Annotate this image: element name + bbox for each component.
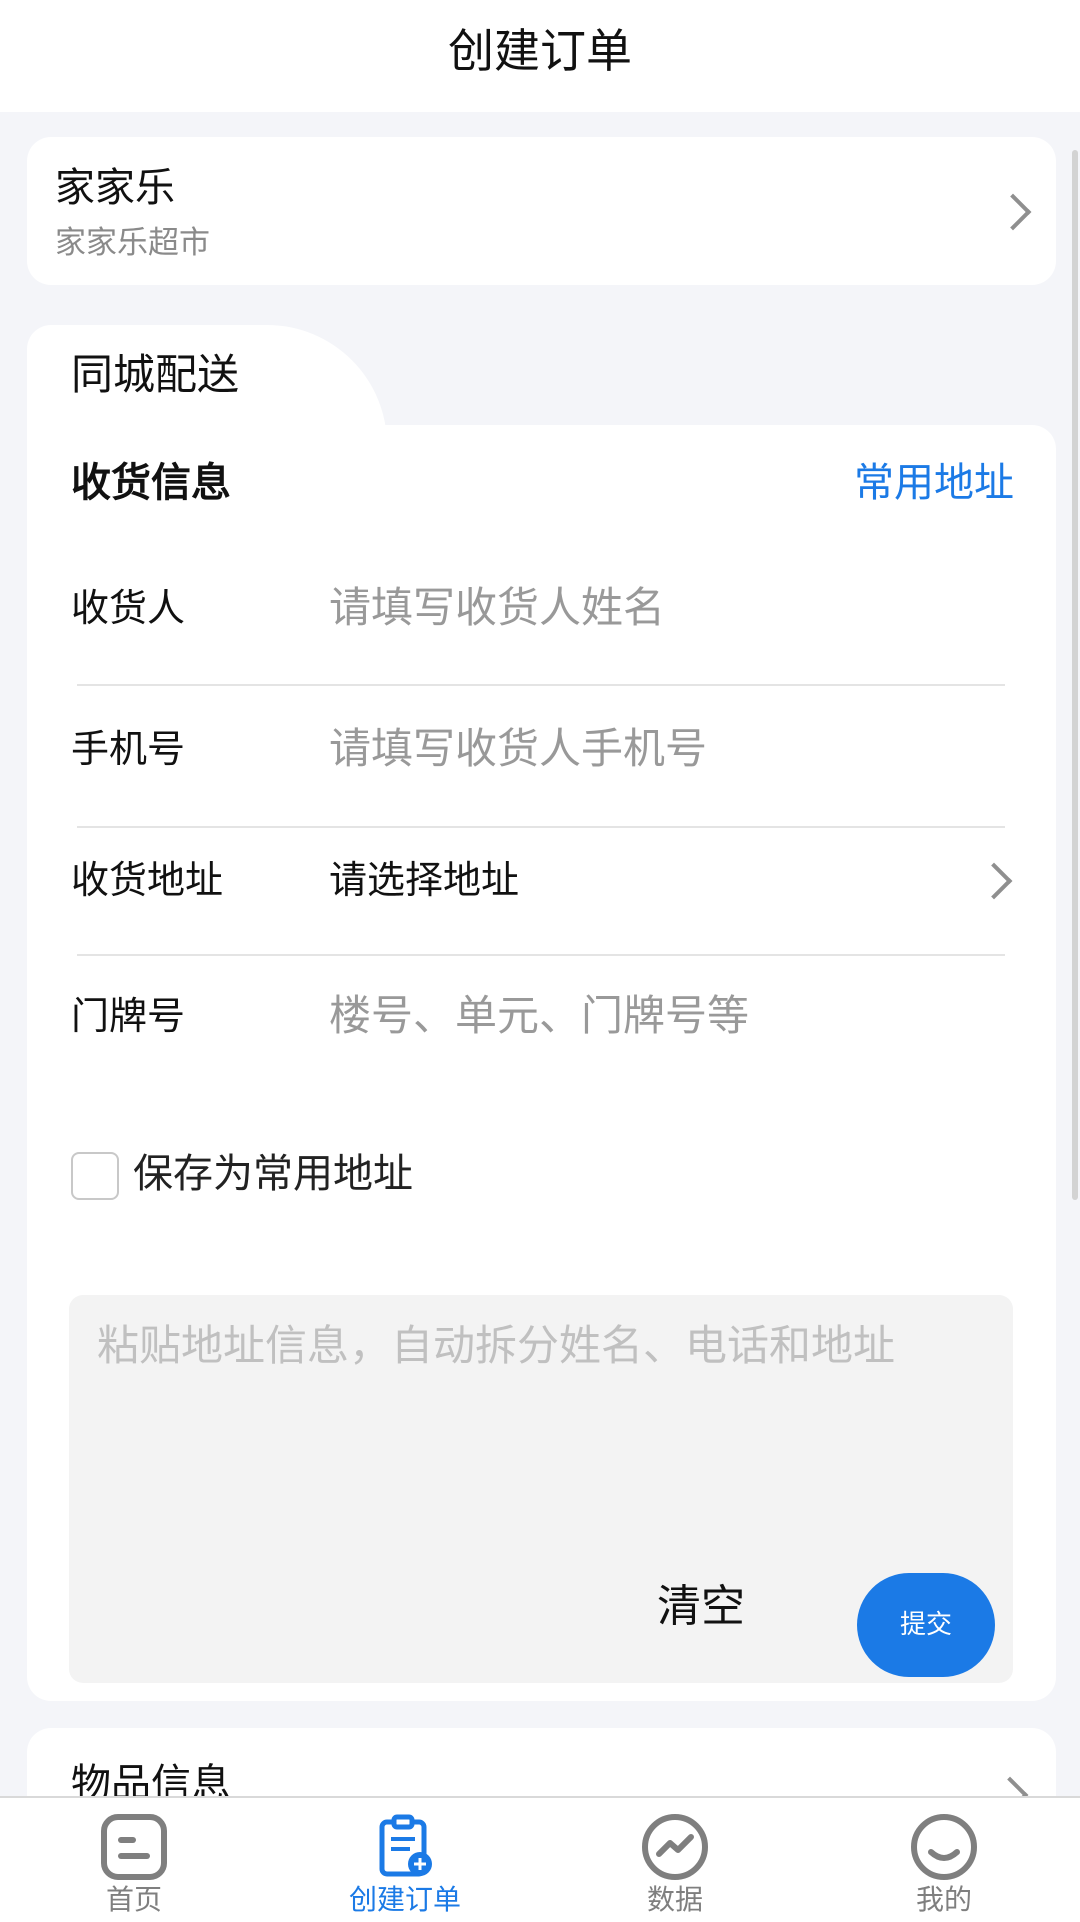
app-header: 创建订单 [0, 0, 1080, 112]
merchant-subtitle: 家家乐超市 [55, 225, 210, 261]
tab-data[interactable]: 数据 [565, 1798, 785, 1922]
address-label: 收货地址 [71, 858, 224, 902]
common-address-link[interactable]: 常用地址 [854, 455, 1014, 511]
paste-address-placeholder: 粘贴地址信息，自动拆分姓名、电话和地址 [97, 1321, 896, 1370]
create-order-icon [379, 1814, 432, 1877]
save-address-checkbox[interactable] [71, 1152, 119, 1200]
page-title: 创建订单 [448, 24, 632, 78]
clear-button[interactable]: 清空 [657, 1577, 745, 1637]
door-number-input[interactable]: 楼号、单元、门牌号等 [329, 988, 749, 1044]
tab-same-city-delivery-label: 同城配送 [71, 350, 240, 399]
divider [77, 826, 1005, 828]
save-address-label: 保存为常用地址 [133, 1151, 413, 1197]
tab-profile[interactable]: 我的 [834, 1798, 1054, 1922]
door-number-label: 门牌号 [71, 994, 186, 1038]
merchant-name: 家家乐 [55, 165, 175, 211]
tab-data-label: 数据 [646, 1883, 703, 1916]
submit-button[interactable]: 提交 [857, 1573, 995, 1677]
divider [77, 684, 1005, 686]
phone-label: 手机号 [71, 727, 186, 771]
delivery-form-card: 收货信息 常用地址 收货人 请填写收货人姓名 手机号 请填写收货人手机号 收货地… [27, 425, 1056, 1701]
profile-icon [911, 1814, 977, 1880]
bottom-tab-bar: 首页 创建订单 数据 我的 [0, 1796, 1080, 1922]
merchant-selector[interactable]: 家家乐 家家乐超市 [27, 137, 1056, 285]
recipient-name-input[interactable]: 请填写收货人姓名 [329, 580, 665, 636]
scrollbar[interactable] [1072, 150, 1078, 1200]
divider [77, 954, 1005, 956]
tab-home-label: 首页 [105, 1883, 162, 1916]
tab-home[interactable]: 首页 [24, 1798, 244, 1922]
chevron-right-icon [975, 862, 1013, 900]
tab-create-order[interactable]: 创建订单 [295, 1798, 515, 1922]
data-icon [642, 1814, 708, 1880]
address-select[interactable]: 请选择地址 [329, 852, 519, 908]
tab-profile-label: 我的 [915, 1883, 972, 1916]
tab-create-order-label: 创建订单 [348, 1883, 461, 1916]
recipient-label: 收货人 [71, 586, 186, 630]
receiver-info-title: 收货信息 [71, 460, 231, 506]
home-icon [101, 1814, 167, 1880]
phone-input[interactable]: 请填写收货人手机号 [329, 721, 707, 777]
paste-address-textarea[interactable]: 粘贴地址信息，自动拆分姓名、电话和地址 清空 提交 [69, 1295, 1013, 1683]
